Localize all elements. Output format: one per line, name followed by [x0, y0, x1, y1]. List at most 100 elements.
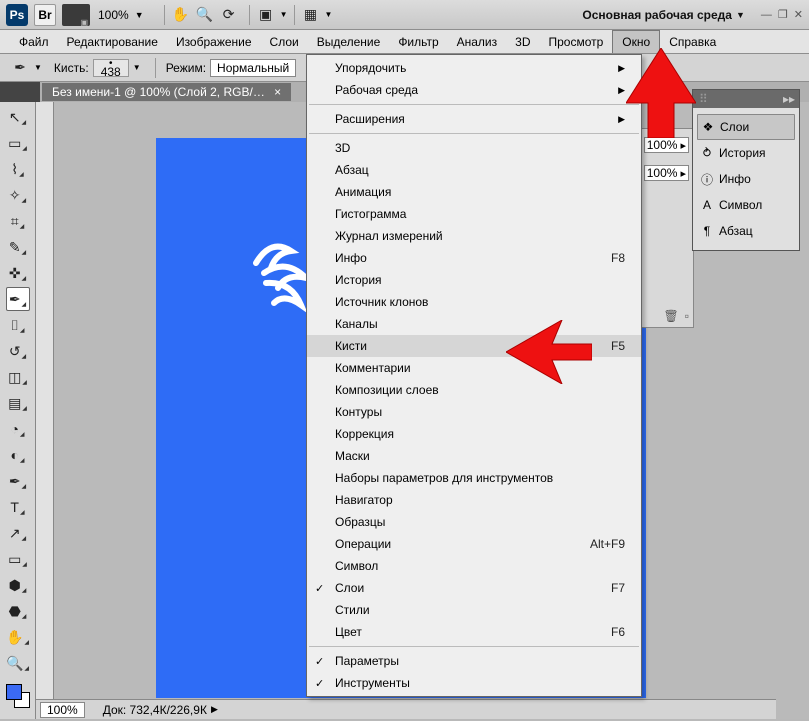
tool-pen[interactable]: ✒◢: [6, 469, 30, 493]
menu-фильтр[interactable]: Фильтр: [389, 31, 447, 53]
menu-item-наборы-параметров-для-инструментов[interactable]: Наборы параметров для инструментов: [307, 467, 641, 489]
close-tab-icon[interactable]: ×: [274, 85, 281, 99]
trash-icon[interactable]: 🗑: [664, 309, 679, 323]
tool-lasso[interactable]: ⌇◢: [6, 157, 30, 181]
rotate-view-icon[interactable]: ⟳: [219, 5, 239, 25]
tool-preset-icon[interactable]: ✒: [10, 58, 30, 78]
tool-gradient[interactable]: ▤◢: [6, 391, 30, 415]
menu-анализ[interactable]: Анализ: [448, 31, 507, 53]
workspace-label: Основная рабочая среда: [582, 8, 732, 22]
tool-move[interactable]: ↖◢: [6, 105, 30, 129]
menu-item-параметры[interactable]: ✓Параметры: [307, 650, 641, 672]
menu-item-маски[interactable]: Маски: [307, 445, 641, 467]
menu-item-расширения[interactable]: Расширения▶: [307, 108, 641, 130]
menu-item-коррекция[interactable]: Коррекция: [307, 423, 641, 445]
menu-файл[interactable]: Файл: [10, 31, 58, 53]
app-toolbar: Ps Br 100% ▼ ✋ 🔍 ⟳ ▣ ▼ ▦ ▼ Основная рабо…: [0, 0, 809, 30]
tool-dodge[interactable]: ◐◢: [6, 443, 30, 467]
panel-collapse-icon[interactable]: ▸▸: [783, 92, 795, 106]
tool-stamp[interactable]: ⌷◢: [6, 313, 30, 337]
menu-item-история[interactable]: История: [307, 269, 641, 291]
tool-path[interactable]: ↗◢: [6, 521, 30, 545]
tool-hand[interactable]: ✋◢: [6, 625, 30, 649]
tool-3dview[interactable]: ⬣◢: [6, 599, 30, 623]
panel-item-инфо[interactable]: ⓘИнфо: [697, 166, 795, 192]
panel-item-история[interactable]: ⥁История: [697, 140, 795, 166]
window-close-icon[interactable]: ✕: [794, 8, 803, 21]
zoom-dropdown-icon[interactable]: ▼: [135, 10, 144, 20]
menu-item-операции[interactable]: ОперацииAlt+F9: [307, 533, 641, 555]
ps-logo-icon: Ps: [6, 4, 28, 26]
panel-item-слои[interactable]: ❖Слои: [697, 114, 795, 140]
menu-separator: [309, 133, 639, 134]
tool-shape[interactable]: ▭◢: [6, 547, 30, 571]
menu-item-символ[interactable]: Символ: [307, 555, 641, 577]
menu-просмотр[interactable]: Просмотр: [539, 31, 612, 53]
panel-titlebar[interactable]: ⠿ ▸▸: [693, 90, 799, 108]
menu-item-цвет[interactable]: ЦветF6: [307, 621, 641, 643]
menu-редактирование[interactable]: Редактирование: [58, 31, 167, 53]
fill-field[interactable]: 100% ▸: [644, 165, 689, 181]
tool-eyedropper[interactable]: ✎◢: [6, 235, 30, 259]
menu-item-источник-клонов[interactable]: Источник клонов: [307, 291, 641, 313]
tool-crop[interactable]: ⌗◢: [6, 209, 30, 233]
menu-item-анимация[interactable]: Анимация: [307, 181, 641, 203]
color-swatch[interactable]: [6, 684, 30, 708]
menu-item-стили[interactable]: Стили: [307, 599, 641, 621]
menu-item-упорядочить[interactable]: Упорядочить▶: [307, 57, 641, 79]
tool-wand[interactable]: ✧◢: [6, 183, 30, 207]
mode-label: Режим:: [166, 61, 206, 75]
panel-item-символ[interactable]: AСимвол: [697, 192, 795, 218]
workspace-switcher[interactable]: Основная рабочая среда ▼: [582, 8, 745, 22]
menu-item-журнал-измерений[interactable]: Журнал измерений: [307, 225, 641, 247]
tool-brush-active[interactable]: ✒◢: [6, 287, 30, 311]
menu-item-3d[interactable]: 3D: [307, 137, 641, 159]
menu-3d[interactable]: 3D: [506, 31, 539, 53]
dropdown-caret-icon[interactable]: ▼: [133, 63, 143, 72]
window-minimize-icon[interactable]: —: [761, 9, 772, 21]
menu-item-слои[interactable]: ✓СлоиF7: [307, 577, 641, 599]
status-zoom[interactable]: 100%: [40, 702, 85, 718]
zoom-tool-icon[interactable]: 🔍: [195, 5, 215, 25]
brush-preview[interactable]: •438: [93, 59, 129, 77]
screenmode-icon[interactable]: ▣: [256, 5, 276, 25]
menu-item-образцы[interactable]: Образцы: [307, 511, 641, 533]
menu-item-навигатор[interactable]: Навигатор: [307, 489, 641, 511]
tool-history-brush[interactable]: ↺◢: [6, 339, 30, 363]
menu-item-инструменты[interactable]: ✓Инструменты: [307, 672, 641, 694]
annotation-arrow-mid: [506, 320, 592, 384]
status-caret-icon[interactable]: ▶: [211, 704, 218, 715]
arrange-icon[interactable]: ▦: [301, 5, 321, 25]
dropdown-caret-icon[interactable]: ▼: [34, 63, 42, 72]
menu-item-контуры[interactable]: Контуры: [307, 401, 641, 423]
menu-item-абзац[interactable]: Абзац: [307, 159, 641, 181]
opacity-field[interactable]: 100% ▸: [644, 137, 689, 153]
blend-mode-select[interactable]: Нормальный: [210, 59, 296, 77]
panel-item-абзац[interactable]: ¶Абзац: [697, 218, 795, 244]
launch-icon[interactable]: [62, 4, 90, 26]
document-tab[interactable]: Без имени-1 @ 100% (Слой 2, RGB/… ×: [42, 83, 291, 101]
brush-size: 438: [101, 68, 121, 76]
menu-item-гистограмма[interactable]: Гистограмма: [307, 203, 641, 225]
paragraph-icon: ¶: [697, 224, 717, 238]
dropdown-caret-icon[interactable]: ▼: [325, 10, 333, 19]
bridge-icon[interactable]: Br: [34, 4, 56, 26]
zoom-level[interactable]: 100%: [98, 8, 129, 22]
menu-item-инфо[interactable]: ИнфоF8: [307, 247, 641, 269]
menu-выделение[interactable]: Выделение: [308, 31, 390, 53]
tool-heal[interactable]: ✜◢: [6, 261, 30, 285]
ruler-left: [36, 102, 54, 719]
menu-изображение[interactable]: Изображение: [167, 31, 261, 53]
menu-item-рабочая-среда[interactable]: Рабочая среда▶: [307, 79, 641, 101]
tool-type[interactable]: T◢: [6, 495, 30, 519]
window-restore-icon[interactable]: ❐: [778, 8, 788, 21]
dropdown-caret-icon[interactable]: ▼: [280, 10, 288, 19]
tool-blur[interactable]: ◔◢: [6, 417, 30, 441]
menu-слои[interactable]: Слои: [261, 31, 308, 53]
hand-icon[interactable]: ✋: [171, 5, 191, 25]
tool-marquee[interactable]: ▭◢: [6, 131, 30, 155]
new-layer-icon[interactable]: ▫: [685, 309, 689, 323]
tool-zoom[interactable]: 🔍◢: [6, 651, 30, 675]
tool-3d[interactable]: ⬢◢: [6, 573, 30, 597]
tool-eraser[interactable]: ◫◢: [6, 365, 30, 389]
